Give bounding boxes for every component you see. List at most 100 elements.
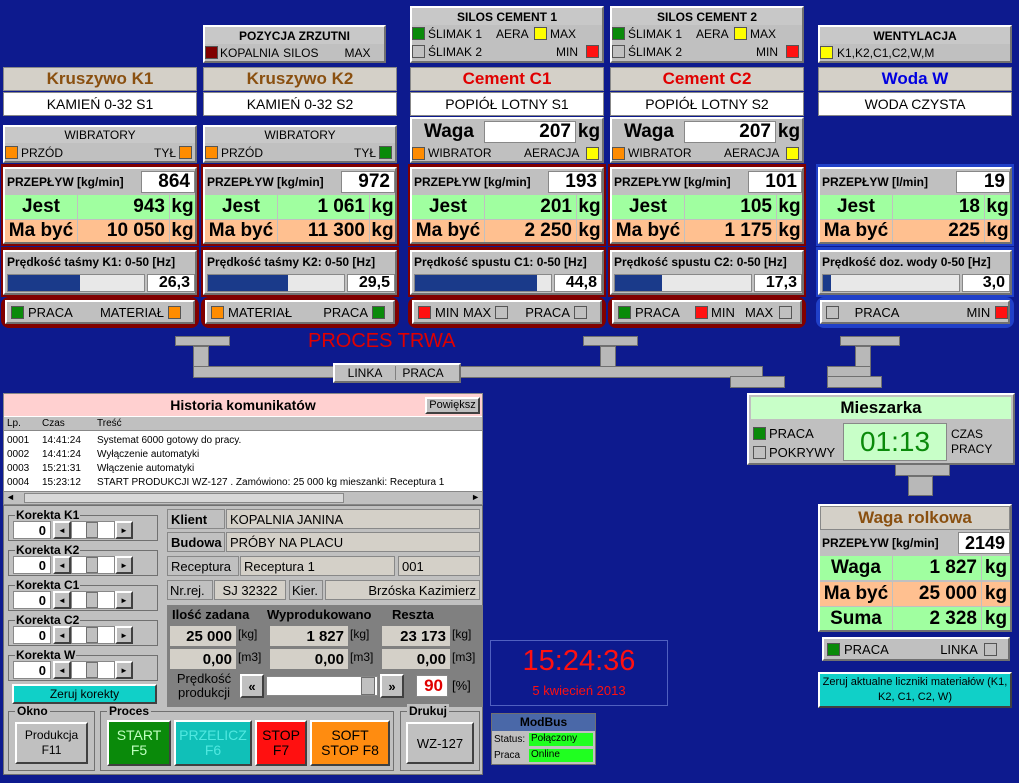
przelicz-f6-button[interactable]: PRZELICZ F6 [174,720,252,766]
speed-increase-button[interactable]: » [380,674,404,698]
suma-value: 2 328 [893,607,981,630]
praca-indicator-icon [753,426,766,440]
scroll-right-icon[interactable]: ► [471,492,480,502]
kg-unit: [kg] [350,627,370,641]
row-text: Systemat 6000 gotowy do pracy. [97,435,242,446]
korekta-value[interactable]: 0 [13,556,51,574]
waga-panel: Waga 207 kg WIBRATOR AERACJA [410,117,604,163]
silos-cement-2-panel: SILOS CEMENT 2 ŚLIMAK 1 AERA MAX ŚLIMAK … [610,6,804,63]
list-item[interactable]: 0003 15:21:31 Włączenie automatyki [4,462,482,476]
przeplyw-label: PRZEPŁYW [kg/min] [614,175,731,189]
kier-label: Kier. [289,580,323,600]
start-f5-button[interactable]: START F5 [107,720,171,766]
increase-icon[interactable]: ► [115,556,133,574]
speed-bar [414,274,552,292]
slimak-2-label: ŚLIMAK 2 [428,44,483,59]
wibratory-title: WIBRATORY [205,127,395,143]
zeruj-liczniki-button[interactable]: Zeruj aktualne liczniki materiałów (K1, … [818,672,1012,708]
korekta-slider[interactable] [71,626,115,644]
wentylacja-indicator-icon [820,46,833,59]
praca-label: PRACA [769,425,814,441]
historia-panel: Historia komunikatów Powiększ Lp. Czas T… [3,393,483,505]
speed-slider-thumb[interactable] [361,677,375,695]
row-time: 14:41:24 [42,435,81,446]
pipe-mixer-out [908,476,933,496]
waga-label: Waga [424,121,474,142]
aera-label: AERA [696,26,729,41]
praca-label: PRACA [854,304,900,320]
soft-stop-f8-button[interactable]: SOFT STOP F8 [310,720,390,766]
speed-panel: Prędkość spustu C2: 0-50 [Hz] 17,3 [610,250,804,295]
horizontal-scrollbar[interactable]: ◄ ► [4,491,482,504]
row-text: Włączenie automatyki [97,463,195,474]
slider-thumb[interactable] [86,662,98,678]
stop-f7-button[interactable]: STOP F7 [255,720,307,766]
powieksz-button[interactable]: Powiększ [425,397,480,414]
przeplyw-label: PRZEPŁYW [kg/min] [7,175,124,189]
list-item[interactable]: 0004 15:23:12 START PRODUKCJI WZ-127 . Z… [4,476,482,490]
korekta-label: Korekta K2 [15,543,81,557]
speed-slider-track[interactable] [266,676,378,696]
proces-trwa-label: PROCES TRWA [308,330,456,352]
unit-label: kg [985,195,1010,219]
slider-thumb[interactable] [86,522,98,538]
zeruj-korekty-button[interactable]: Zeruj korekty [12,684,157,704]
praca-indicator-icon [11,305,24,319]
aeracja-label: AERACJA [524,146,580,160]
waga-label: Waga [624,121,674,142]
speed-decrease-button[interactable]: « [240,674,264,698]
receptura-label: Receptura [167,556,239,576]
silos-cement-1-panel: SILOS CEMENT 1 ŚLIMAK 1 AERA MAX ŚLIMAK … [410,6,604,63]
korekta-slider[interactable] [71,556,115,574]
max-label: MAX [463,304,492,320]
korekta-value[interactable]: 0 [13,591,51,609]
korekta-slider[interactable] [71,521,115,539]
korekta-slider[interactable] [71,661,115,679]
wz-print-button[interactable]: WZ-127 [406,722,474,764]
unit-label: kg [170,220,195,242]
scrollbar-thumb[interactable] [24,493,344,503]
korekta-value[interactable]: 0 [13,521,51,539]
slider-thumb[interactable] [86,627,98,643]
decrease-icon[interactable]: ◄ [53,626,71,644]
jest-label: Jest [205,195,277,219]
decrease-icon[interactable]: ◄ [53,556,71,574]
korekta-value[interactable]: 0 [13,661,51,679]
waga-label: Waga [820,556,892,580]
slider-thumb[interactable] [86,557,98,573]
nrrej-label: Nr.rej. [167,580,213,600]
slimak-1-label: ŚLIMAK 1 [428,26,483,41]
material-label: MATERIAŁ [99,304,164,320]
min-indicator-icon [418,305,431,319]
tyl-indicator-icon [379,146,392,159]
material-label: MATERIAŁ [228,304,293,320]
korekta-slider[interactable] [71,591,115,609]
list-item[interactable]: 0002 14:41:24 Wyłączenie automatyki [4,448,482,462]
status-row: MIN MAX PRACA [412,300,602,324]
material-name: POPIÓŁ LOTNY S2 [610,92,804,116]
slider-thumb[interactable] [86,592,98,608]
decrease-icon[interactable]: ◄ [53,591,71,609]
increase-icon[interactable]: ► [115,661,133,679]
increase-icon[interactable]: ► [115,591,133,609]
scroll-left-icon[interactable]: ◄ [6,492,15,502]
jest-label: Jest [820,195,892,219]
slimak-2-label: ŚLIMAK 2 [628,44,683,59]
decrease-icon[interactable]: ◄ [53,661,71,679]
korekta-value[interactable]: 0 [13,626,51,644]
nrrej-value: SJ 32322 [214,580,286,600]
reszta-header: Reszta [392,607,434,622]
tyl-indicator-icon [179,146,192,159]
increase-icon[interactable]: ► [115,521,133,539]
receptura-value: Receptura 1 [240,556,395,576]
list-item[interactable]: 0001 14:41:24 Systemat 6000 gotowy do pr… [4,434,482,448]
reszta-m3: 0,00 [382,649,450,669]
praca-label: PRACA [28,304,73,320]
wentylacja-label: K1,K2,C1,C2,W,M [837,45,935,60]
korekta-group: Korekta C2 0 ◄ ► [8,613,158,646]
mabyc-value: 225 [893,220,984,242]
decrease-icon[interactable]: ◄ [53,521,71,539]
produkcja-f11-button[interactable]: Produkcja F11 [15,722,88,764]
increase-icon[interactable]: ► [115,626,133,644]
klient-value: KOPALNIA JANINA [226,509,480,529]
